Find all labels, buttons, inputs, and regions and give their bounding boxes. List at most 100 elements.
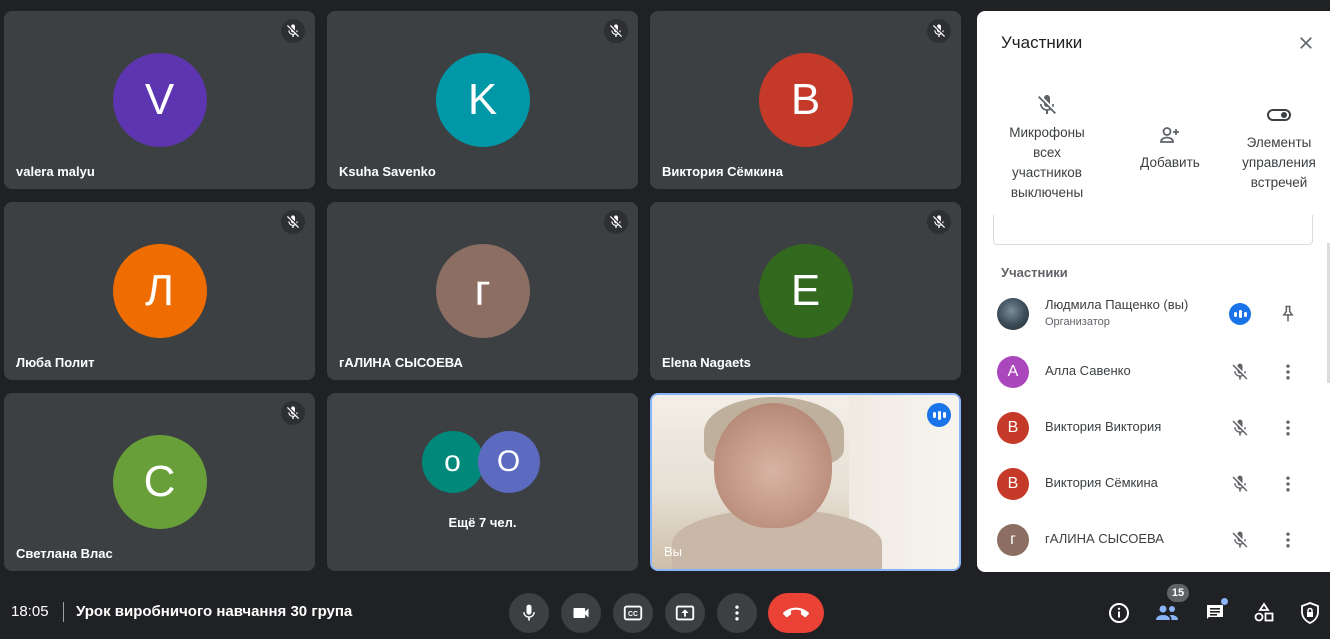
participant-name: Светлана Влас xyxy=(16,546,113,561)
mic-off-icon xyxy=(1228,472,1252,496)
participant-name: Людмила Пащенко (вы) xyxy=(1045,297,1189,312)
toggle-icon xyxy=(1267,109,1291,121)
avatar: В xyxy=(997,412,1029,444)
mic-icon xyxy=(523,604,535,621)
divider xyxy=(63,602,64,622)
panel-title: Участники xyxy=(1001,33,1083,52)
more-options-button[interactable] xyxy=(1276,360,1300,384)
more-vert-icon xyxy=(1286,364,1290,380)
more-options-button[interactable] xyxy=(1276,528,1300,552)
mic-off-icon xyxy=(604,19,628,43)
more-options-button[interactable] xyxy=(1276,416,1300,440)
close-panel-button[interactable] xyxy=(1294,31,1318,55)
camera-button[interactable] xyxy=(561,593,601,633)
pin-button[interactable] xyxy=(1276,302,1300,326)
mic-off-icon xyxy=(604,210,628,234)
person-add-icon xyxy=(1160,127,1179,143)
self-video-tile[interactable]: Вы xyxy=(650,393,961,571)
participant-row[interactable]: Людмила Пащенко (вы) Организатор xyxy=(977,289,1330,339)
participant-tile[interactable]: Л Люба Полит xyxy=(4,202,315,380)
info-icon xyxy=(1109,603,1129,623)
more-participants-tile[interactable]: о O Ещё 7 чел. xyxy=(327,393,638,571)
captions-button[interactable]: CC xyxy=(613,593,653,633)
participant-count-badge: 15 xyxy=(1167,584,1189,602)
meet-window: V valera malyu K Ksuha Savenko В Виктори… xyxy=(0,0,1330,639)
mic-off-icon xyxy=(281,19,305,43)
call-end-icon xyxy=(783,607,809,618)
participant-name: Виктория Сёмкина xyxy=(1045,475,1158,490)
self-camera-feed xyxy=(652,395,959,569)
participants-button[interactable] xyxy=(1153,599,1181,627)
section-label: Участники xyxy=(1001,265,1068,280)
microphone-button[interactable] xyxy=(509,593,549,633)
avatar xyxy=(997,298,1029,330)
bottom-toolbar: 18:05 Урок виробничого навчання 30 група… xyxy=(0,580,1330,639)
add-label: Добавить xyxy=(1140,155,1200,170)
participant-name: гАЛИНА СЫСОЕВА xyxy=(339,355,463,370)
more-participants-label: Ещё 7 чел. xyxy=(448,515,517,530)
avatar: K xyxy=(435,53,530,147)
meeting-controls-label: Элементы управления встречей xyxy=(1242,135,1316,190)
avatar: В xyxy=(758,53,853,147)
mute-all-button[interactable]: Микрофоны всех участников выключены xyxy=(997,93,1097,203)
avatar: Л xyxy=(112,244,207,338)
participant-row[interactable]: А Алла Савенко xyxy=(977,347,1330,397)
participant-tile[interactable]: В Виктория Сёмкина xyxy=(650,11,961,189)
mic-off-icon xyxy=(1038,95,1056,114)
participant-tile[interactable]: г гАЛИНА СЫСОЕВА xyxy=(327,202,638,380)
participant-row[interactable]: В Виктория Виктория xyxy=(977,403,1330,453)
more-vert-icon xyxy=(1286,420,1290,436)
speaking-indicator-icon xyxy=(927,403,951,427)
pin-icon xyxy=(1282,305,1294,322)
avatar: V xyxy=(112,53,207,147)
participant-name: Люба Полит xyxy=(16,355,95,370)
add-people-button[interactable]: Добавить xyxy=(1130,123,1210,173)
more-options-button[interactable] xyxy=(1276,472,1300,496)
videocam-icon xyxy=(573,608,589,618)
mic-off-icon xyxy=(281,210,305,234)
meeting-details-button[interactable] xyxy=(1105,599,1133,627)
meeting-title: Урок виробничого навчання 30 група xyxy=(76,603,353,620)
speaking-indicator-icon xyxy=(1229,303,1251,325)
clock: 18:05 xyxy=(11,603,49,620)
more-vert-icon xyxy=(735,605,739,621)
activities-icon xyxy=(1254,602,1274,622)
participant-row[interactable]: В Виктория Сёмкина xyxy=(977,459,1330,509)
stacked-avatars: о O xyxy=(421,431,544,495)
mic-off-icon xyxy=(1228,360,1252,384)
participant-name: valera malyu xyxy=(16,164,95,179)
mic-off-icon xyxy=(1228,416,1252,440)
participant-tile[interactable]: V valera malyu xyxy=(4,11,315,189)
meeting-controls-button[interactable]: Элементы управления встречей xyxy=(1234,103,1324,193)
mute-all-label: Микрофоны всех участников выключены xyxy=(1009,125,1085,200)
mic-off-icon xyxy=(1228,528,1252,552)
people-icon xyxy=(1156,605,1178,620)
participant-tile[interactable]: E Elena Nagaets xyxy=(650,202,961,380)
avatar: O xyxy=(477,431,540,493)
host-controls-button[interactable] xyxy=(1296,599,1324,627)
leave-call-button[interactable] xyxy=(768,593,824,633)
closed-caption-icon: CC xyxy=(623,605,643,621)
participant-tile[interactable]: K Ksuha Savenko xyxy=(327,11,638,189)
activities-button[interactable] xyxy=(1250,599,1278,627)
participant-name: Виктория Виктория xyxy=(1045,419,1162,434)
participants-panel: Участники Микрофоны всех участников выкл… xyxy=(977,11,1330,572)
participant-tile[interactable]: C Светлана Влас xyxy=(4,393,315,571)
svg-text:CC: CC xyxy=(628,611,638,618)
present-screen-button[interactable] xyxy=(665,593,705,633)
present-to-all-icon xyxy=(675,605,695,621)
avatar: E xyxy=(758,244,853,338)
more-options-button[interactable] xyxy=(717,593,757,633)
unread-dot xyxy=(1221,598,1228,605)
search-participants-input[interactable] xyxy=(993,215,1313,245)
avatar: C xyxy=(112,435,207,529)
avatar: о xyxy=(421,431,484,493)
more-vert-icon xyxy=(1286,532,1290,548)
participant-name: Ksuha Savenko xyxy=(339,164,436,179)
avatar: А xyxy=(997,356,1029,388)
shield-lock-icon xyxy=(1301,602,1319,624)
participant-row[interactable]: г гАЛИНА СЫСОЕВА xyxy=(977,515,1330,565)
self-label: Вы xyxy=(664,544,683,559)
participant-name: гАЛИНА СЫСОЕВА xyxy=(1045,531,1164,546)
participant-name: Алла Савенко xyxy=(1045,363,1131,378)
